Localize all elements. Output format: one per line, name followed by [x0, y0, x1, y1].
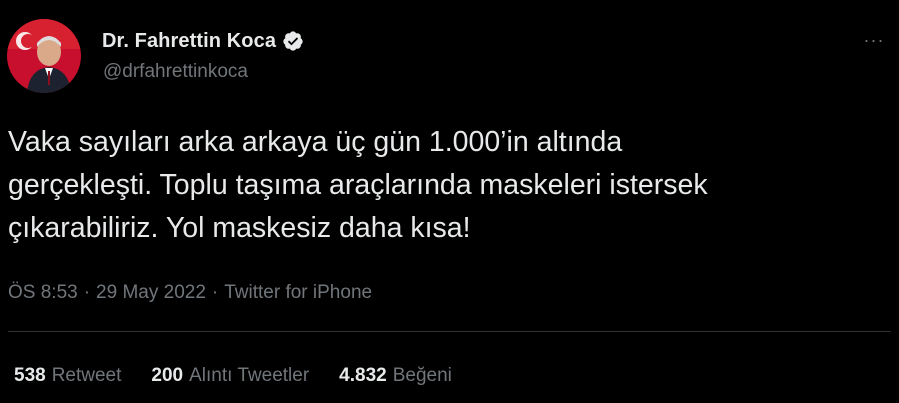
quotes-count: 200	[151, 365, 184, 386]
tweet-source[interactable]: Twitter for iPhone	[224, 282, 372, 304]
user-handle[interactable]: @drfahrettinkoca	[103, 61, 248, 83]
likes-label: Beğeni	[392, 365, 452, 386]
meta-separator: ·	[83, 282, 91, 303]
tweet-text: Vaka sayıları arka arkaya üç gün 1.000’i…	[8, 126, 708, 244]
quotes-stat[interactable]: 200 Alıntı Tweetler	[151, 365, 309, 387]
tweet-date[interactable]: 29 May 2022	[96, 282, 206, 304]
tweet-meta: ÖS 8:53 · 29 May 2022 · Twitter for iPho…	[8, 282, 372, 304]
avatar-image	[7, 19, 81, 93]
retweets-stat[interactable]: 538 Retweet	[14, 365, 121, 387]
likes-stat[interactable]: 4.832 Beğeni	[339, 365, 452, 387]
display-name[interactable]: Dr. Fahrettin Koca	[102, 30, 276, 53]
tweet-card: Dr. Fahrettin Koca @drfahrettinkoca ··· …	[0, 0, 899, 403]
retweets-label: Retweet	[51, 365, 122, 386]
verified-badge-icon	[282, 30, 304, 52]
retweets-count: 538	[14, 365, 46, 386]
likes-count: 4.832	[339, 365, 387, 386]
quotes-label: Alıntı Tweetler	[189, 365, 310, 386]
meta-separator: ·	[211, 282, 219, 303]
avatar[interactable]	[7, 19, 81, 93]
name-row: Dr. Fahrettin Koca	[102, 29, 304, 53]
more-dots-icon[interactable]: ···	[861, 30, 887, 50]
tweet-stats: 538 Retweet 200 Alıntı Tweetler 4.832 Be…	[14, 365, 452, 387]
tweet-time[interactable]: ÖS 8:53	[8, 282, 78, 304]
divider	[8, 331, 891, 332]
